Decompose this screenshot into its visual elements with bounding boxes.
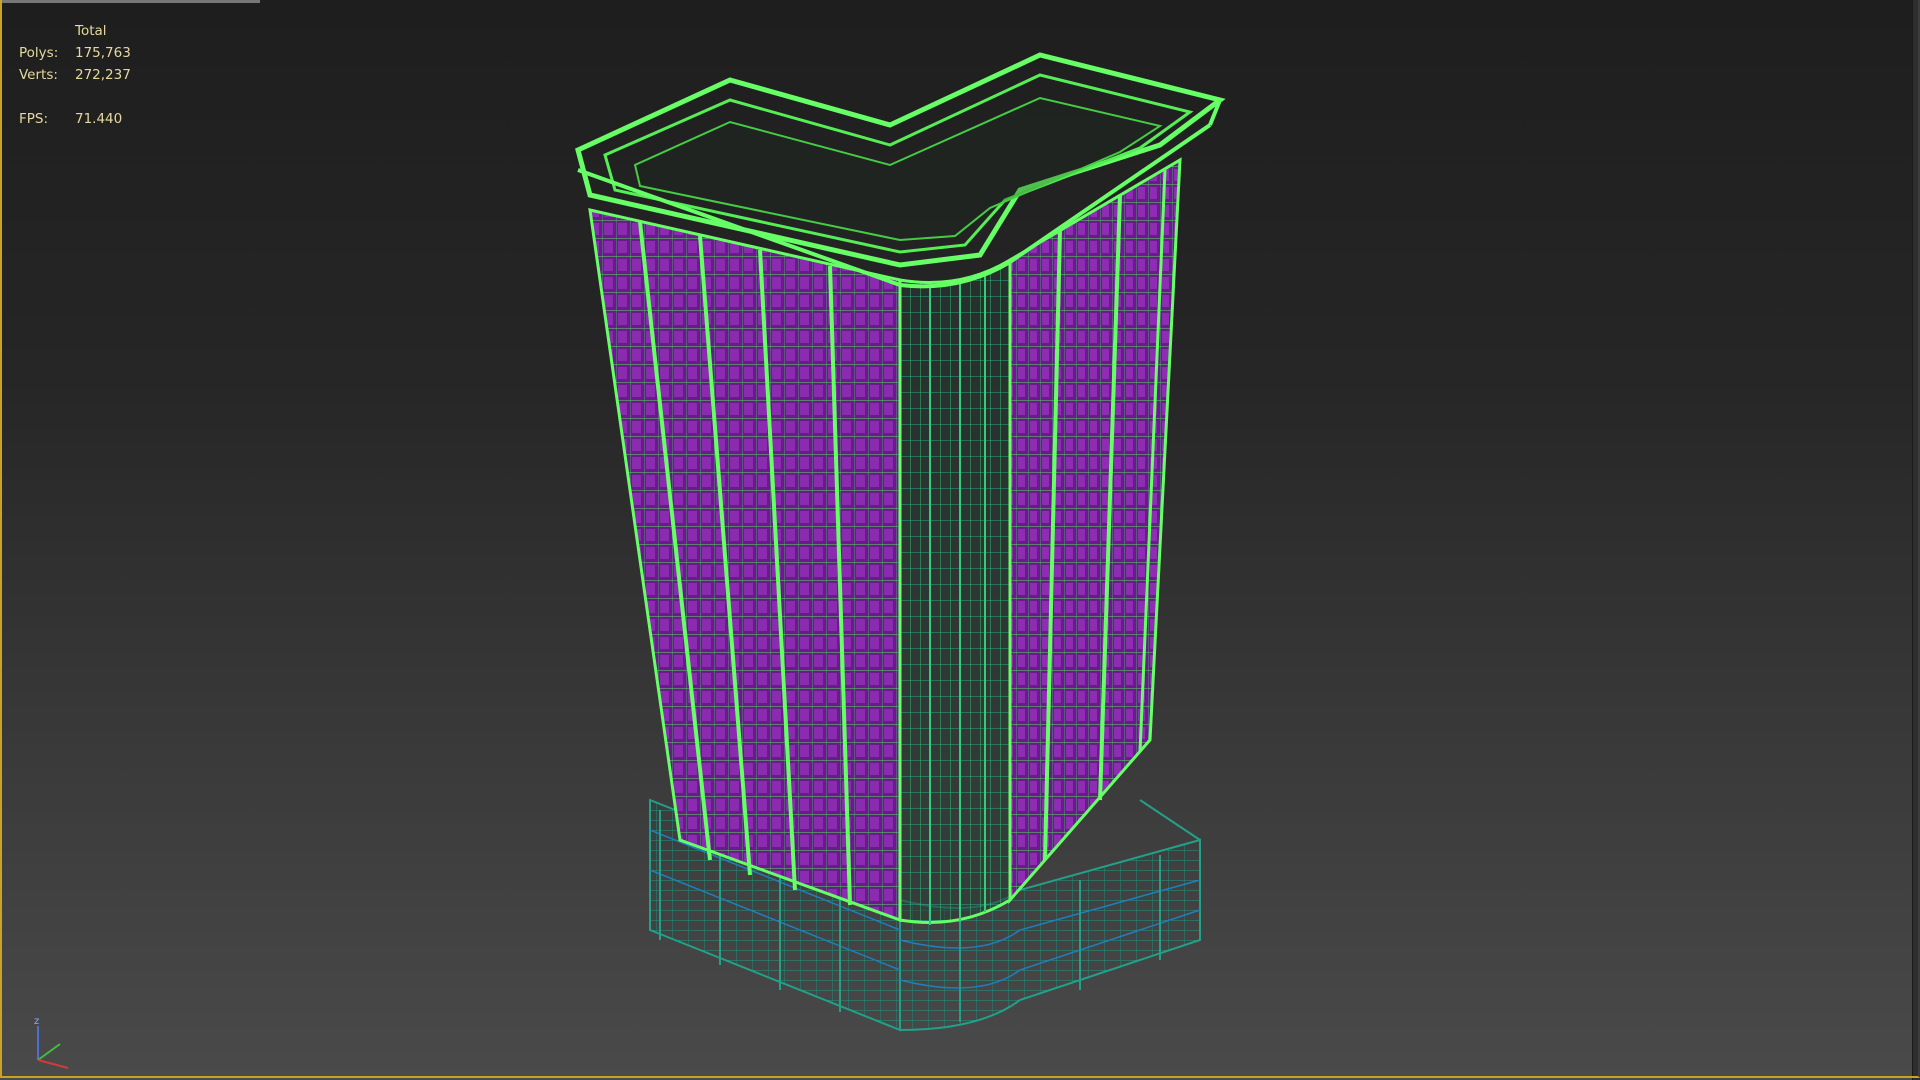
stats-verts-row: Verts: 272,237 xyxy=(19,64,131,86)
axis-tripod-icon: z xyxy=(34,1016,69,1069)
viewport-side-bar[interactable] xyxy=(1912,0,1920,1080)
verts-label: Verts: xyxy=(19,67,58,83)
polys-value: 175,763 xyxy=(75,45,131,61)
stats-fps-row: FPS: 71.440 xyxy=(19,108,131,130)
fps-value: 71.440 xyxy=(75,111,123,127)
verts-value: 272,237 xyxy=(75,67,131,83)
viewport-statistics: Total Polys: 175,763 Verts: 272,237 FPS:… xyxy=(19,20,131,130)
fps-label: FPS: xyxy=(19,111,49,127)
building-wireframe-model[interactable] xyxy=(560,40,1240,1050)
axis-z-label: z xyxy=(34,1016,39,1027)
3d-viewport[interactable]: Total Polys: 175,763 Verts: 272,237 FPS:… xyxy=(0,0,1920,1080)
left-facade xyxy=(588,208,902,923)
polys-label: Polys: xyxy=(19,45,59,61)
stats-polys-row: Polys: 175,763 xyxy=(19,42,131,64)
curved-curtain-wall xyxy=(898,257,1012,925)
viewport-label-strip xyxy=(0,0,260,3)
stats-header: Total xyxy=(75,23,107,39)
right-facade xyxy=(1008,157,1182,904)
